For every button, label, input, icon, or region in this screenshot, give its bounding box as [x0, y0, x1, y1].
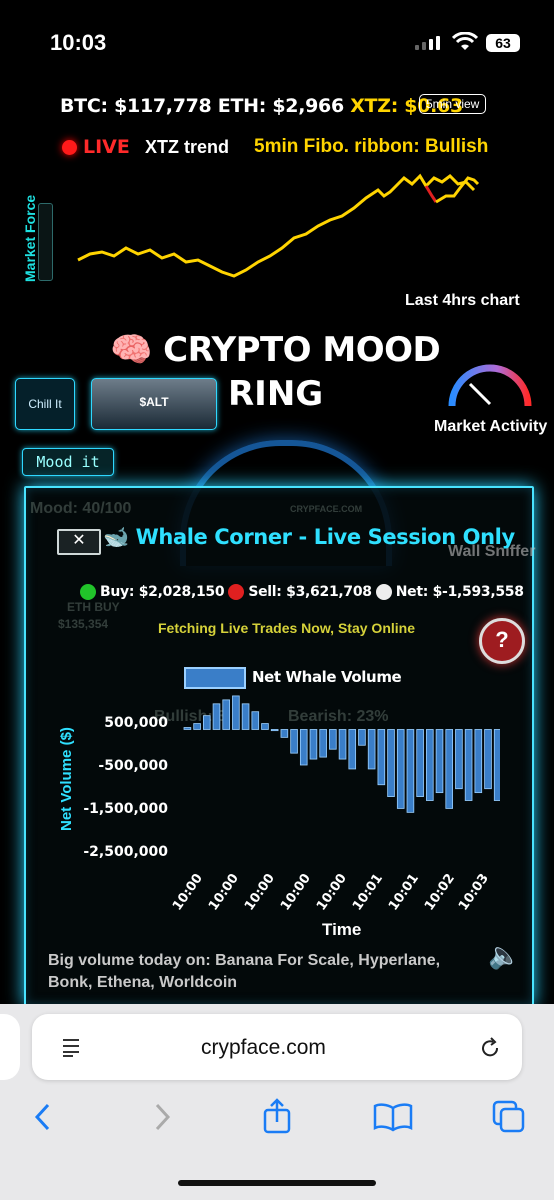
bar: [416, 729, 424, 797]
back-icon[interactable]: [33, 1102, 53, 1137]
y-tick: -1,500,000: [83, 801, 168, 817]
reload-icon[interactable]: [478, 1036, 502, 1065]
eth-price: ETH: $2,966: [217, 95, 344, 117]
xtz-trend-chart: [77, 173, 480, 278]
last-4hrs-label: Last 4hrs chart: [405, 292, 520, 309]
trend-line-up: [77, 173, 476, 278]
trend-line-down: [424, 185, 438, 203]
bar: [193, 723, 201, 730]
ghost-eth-amount: $135,354: [58, 617, 109, 631]
bar: [329, 729, 337, 750]
fetching-status: Fetching Live Trades Now, Stay Online: [158, 620, 415, 636]
share-icon[interactable]: [262, 1098, 292, 1139]
market-activity-gauge: [448, 364, 532, 407]
bar: [183, 727, 192, 730]
forward-icon[interactable]: [152, 1102, 172, 1137]
bar: [232, 695, 240, 730]
home-indicator: [178, 1180, 376, 1186]
bar: [338, 729, 347, 760]
bar: [435, 729, 444, 794]
legend-swatch: [184, 667, 246, 689]
trend-label: XTZ trend: [145, 137, 229, 157]
bar: [387, 729, 395, 797]
live-dot-icon: [62, 139, 77, 155]
mood-it-button[interactable]: Mood it: [22, 448, 114, 476]
bar: [290, 729, 298, 754]
bar: [406, 729, 415, 813]
bar: [484, 729, 492, 790]
bar: [241, 703, 250, 730]
tabs-icon[interactable]: [492, 1100, 526, 1139]
view-toggle-button[interactable]: 5min view: [419, 94, 487, 114]
bar: [270, 729, 279, 732]
help-button[interactable]: ?: [479, 618, 525, 664]
bar: [319, 729, 327, 758]
net-white-circle-icon: [375, 584, 392, 600]
ghost-eth-buy: ETH BUY: [67, 600, 120, 614]
bar: [212, 703, 221, 730]
fibo-ribbon-status: 5min Fibo. ribbon: Bullish: [254, 136, 489, 157]
y-tick: -2,500,000: [83, 844, 168, 860]
page-title-line2: RING: [228, 374, 324, 414]
page-title: 🧠 CRYPTO MOOD: [110, 330, 441, 370]
previous-tab[interactable]: [0, 1014, 20, 1080]
bar: [202, 715, 211, 730]
bar: [222, 699, 230, 730]
close-button[interactable]: ✕: [57, 529, 101, 555]
url-text[interactable]: crypface.com: [201, 1036, 326, 1060]
whale-stats: Buy: $2,028,150 Sell: $3,621,708 Net: $-…: [80, 584, 524, 600]
x-axis-label: Time: [322, 920, 362, 939]
cellular-signal-icon: [415, 36, 440, 50]
wifi-icon: [451, 31, 479, 57]
legend-label: Net Whale Volume: [252, 668, 402, 686]
live-indicator: LIVE: [62, 136, 130, 158]
bar: [396, 729, 405, 809]
alt-button[interactable]: $ALT: [91, 378, 217, 430]
buy-green-circle-icon: [80, 584, 96, 600]
bar: [474, 729, 483, 794]
bar: [309, 729, 318, 760]
bar: [358, 729, 366, 746]
y-tick: 500,000: [104, 715, 168, 731]
bar: [280, 729, 289, 738]
sell-total: Sell: $3,621,708: [248, 584, 372, 600]
bar: [493, 729, 500, 801]
bar: [348, 729, 357, 770]
battery-icon: 63: [486, 34, 520, 52]
big-volume-text: Big volume today on: Banana For Scale, H…: [48, 952, 441, 991]
bar: [299, 729, 308, 766]
btc-price: BTC: $117,778: [60, 95, 212, 117]
bar: [464, 729, 473, 801]
market-force-label: Market Force: [22, 194, 38, 282]
speaker-icon[interactable]: 🔈: [488, 940, 520, 971]
bar: [426, 729, 434, 801]
sell-red-circle-icon: [228, 584, 245, 600]
price-ticker: BTC: $117,778 ETH: $2,966 XTZ: $0.63: [60, 95, 463, 117]
bar: [455, 729, 463, 790]
y-tick: -500,000: [98, 758, 168, 774]
market-force-bar: [38, 203, 53, 281]
bar: [445, 729, 454, 809]
bar: [251, 711, 260, 730]
net-whale-volume-chart: [183, 695, 500, 813]
buy-total: Buy: $2,028,150: [100, 584, 225, 600]
bookmarks-icon[interactable]: [373, 1102, 413, 1137]
net-total: Net: $-1,593,558: [395, 584, 524, 600]
ghost-site: CRYPFACE.COM: [290, 504, 363, 514]
bar: [261, 723, 269, 730]
bar: [377, 729, 386, 786]
market-activity-label: Market Activity: [434, 418, 548, 435]
reader-icon[interactable]: [60, 1036, 82, 1063]
ghost-mood-score: Mood: 40/100: [30, 500, 132, 517]
whale-corner-title: 🐋 Whale Corner - Live Session Only: [103, 525, 515, 549]
status-time: 10:03: [50, 30, 107, 55]
bar: [367, 729, 376, 770]
chill-it-button[interactable]: Chill It: [15, 378, 75, 430]
